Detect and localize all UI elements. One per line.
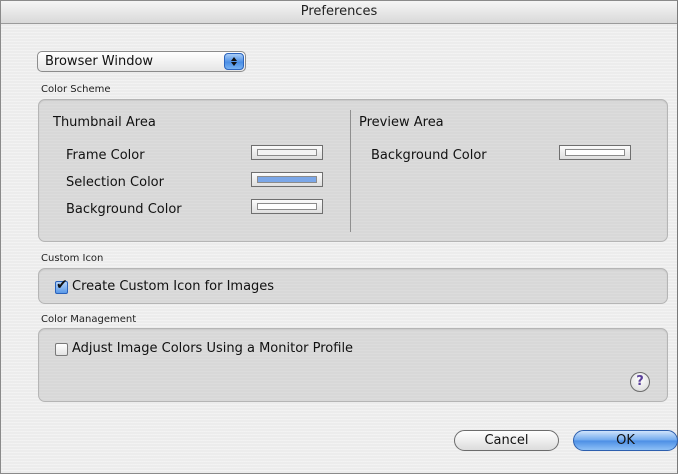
ok-button[interactable]: OK [573, 430, 678, 451]
preview-background-color-well[interactable] [559, 145, 631, 160]
preview-background-color-label: Background Color [371, 148, 487, 163]
popup-arrows-icon[interactable] [224, 53, 244, 70]
custom-icon-label: Custom Icon [41, 253, 104, 264]
monitor-profile-checkbox-label[interactable]: Adjust Image Colors Using a Monitor Prof… [72, 341, 353, 356]
selection-color-well[interactable] [251, 172, 323, 187]
frame-color-well[interactable] [251, 145, 323, 160]
background-color-label: Background Color [66, 202, 182, 217]
popup-selected-label: Browser Window [45, 54, 154, 69]
preview-area-heading: Preview Area [359, 115, 444, 130]
color-management-group [38, 328, 668, 402]
selection-color-swatch [257, 176, 317, 183]
frame-color-swatch [257, 149, 317, 156]
color-management-label: Color Management [41, 314, 137, 325]
background-color-swatch [257, 203, 317, 210]
color-scheme-divider [350, 110, 351, 232]
color-scheme-label: Color Scheme [41, 84, 111, 95]
custom-icon-checkbox-label[interactable]: Create Custom Icon for Images [72, 279, 274, 294]
selection-color-label: Selection Color [66, 175, 164, 190]
custom-icon-checkbox[interactable]: ✔ [55, 277, 68, 294]
checkmark-icon: ✔ [56, 277, 68, 293]
background-color-well[interactable] [251, 199, 323, 214]
panel-popup-menu[interactable]: Browser Window [37, 51, 246, 72]
cancel-button[interactable]: Cancel [454, 430, 559, 451]
window-title: Preferences [1, 1, 677, 24]
help-icon[interactable]: ? [630, 372, 650, 392]
preview-background-color-swatch [565, 149, 625, 156]
thumbnail-area-heading: Thumbnail Area [53, 115, 156, 130]
frame-color-label: Frame Color [66, 148, 145, 163]
monitor-profile-checkbox[interactable] [55, 343, 68, 356]
